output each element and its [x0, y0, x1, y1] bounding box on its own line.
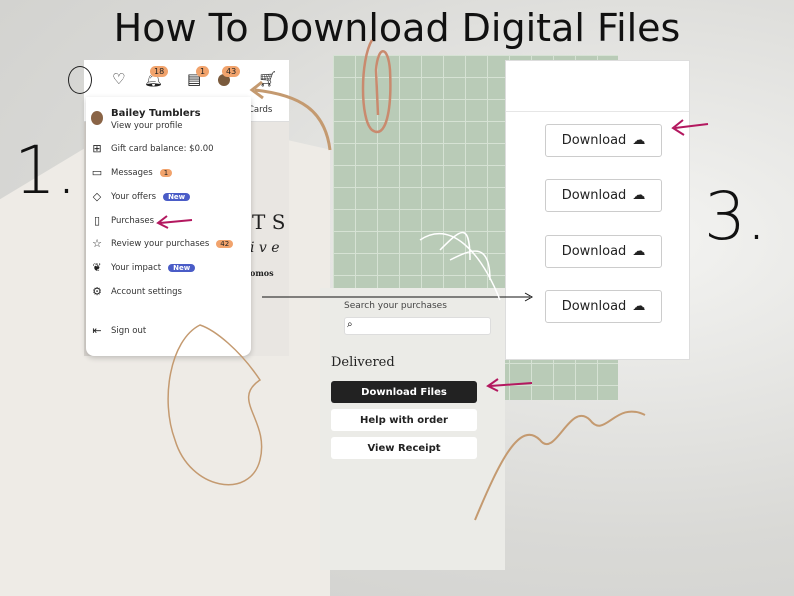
pink-arrow-purchases [156, 215, 193, 229]
squiggle-doodle [474, 410, 646, 521]
monstera-doodle [167, 324, 263, 486]
paperclip [361, 39, 392, 134]
pink-arrow-download [671, 119, 709, 136]
pink-arrow-download-files [486, 378, 533, 392]
annotations [156, 39, 709, 521]
curved-arrow [249, 80, 332, 151]
leaf-doodle [419, 231, 501, 301]
